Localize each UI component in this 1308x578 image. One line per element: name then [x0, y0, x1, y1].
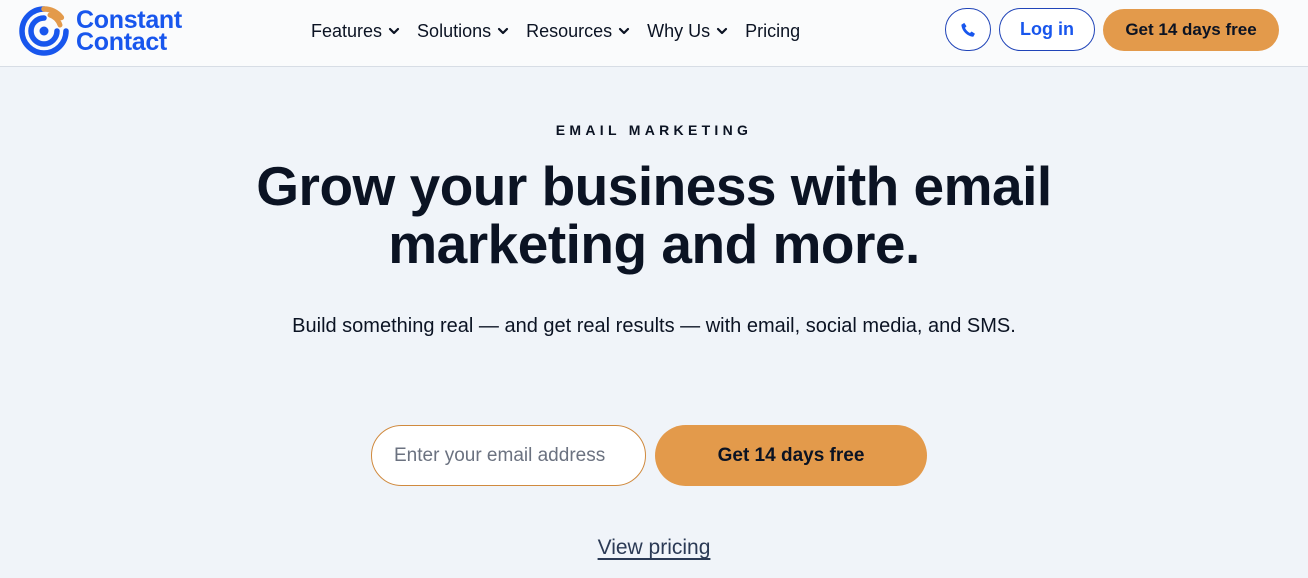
nav-item-label: Features — [311, 20, 383, 41]
header-actions: Log in Get 14 days free — [945, 8, 1279, 51]
constant-contact-logo-icon — [19, 6, 69, 56]
hero-headline-line1: Grow your business with email — [256, 155, 1052, 217]
brand-logo[interactable]: Constant Contact — [18, 5, 182, 57]
nav-item-why-us[interactable]: Why Us — [647, 21, 728, 42]
header-free-trial-button[interactable]: Get 14 days free — [1103, 8, 1279, 51]
hero-section: EMAIL MARKETING Grow your business with … — [0, 67, 1308, 578]
hero-headline-line2: marketing and more. — [388, 213, 920, 275]
chevron-down-icon — [388, 27, 400, 35]
nav-item-label: Why Us — [647, 20, 711, 41]
hero-free-trial-button[interactable]: Get 14 days free — [655, 425, 927, 486]
chevron-down-icon — [717, 27, 728, 35]
nav-item-pricing[interactable]: Pricing — [745, 21, 800, 42]
hero-subhead: Build something real — and get real resu… — [292, 315, 1016, 337]
nav-item-solutions[interactable]: Solutions — [417, 21, 509, 42]
view-pricing-link[interactable]: View pricing — [598, 536, 711, 559]
email-input[interactable] — [371, 425, 646, 486]
chevron-down-icon — [498, 27, 509, 35]
nav-item-label: Solutions — [417, 20, 492, 41]
site-header: Constant Contact Features Solutions Reso… — [0, 0, 1308, 67]
phone-button[interactable] — [945, 8, 991, 51]
nav-item-features[interactable]: Features — [311, 21, 400, 42]
brand-name-line2: Contact — [76, 28, 167, 56]
nav-item-resources[interactable]: Resources — [526, 21, 630, 42]
chevron-down-icon — [619, 27, 630, 35]
hero-headline: Grow your business with email marketing … — [154, 157, 1154, 273]
login-button[interactable]: Log in — [999, 8, 1095, 51]
nav-item-label: Resources — [526, 20, 613, 41]
view-pricing-wrap: View pricing — [0, 536, 1308, 560]
hero-eyebrow: EMAIL MARKETING — [555, 122, 753, 138]
phone-icon — [961, 22, 975, 37]
main-nav: Features Solutions Resources Why Us Pric… — [311, 17, 800, 45]
email-signup-form: Get 14 days free — [371, 425, 927, 486]
brand-name: Constant Contact — [76, 8, 182, 56]
nav-item-label: Pricing — [745, 20, 801, 41]
